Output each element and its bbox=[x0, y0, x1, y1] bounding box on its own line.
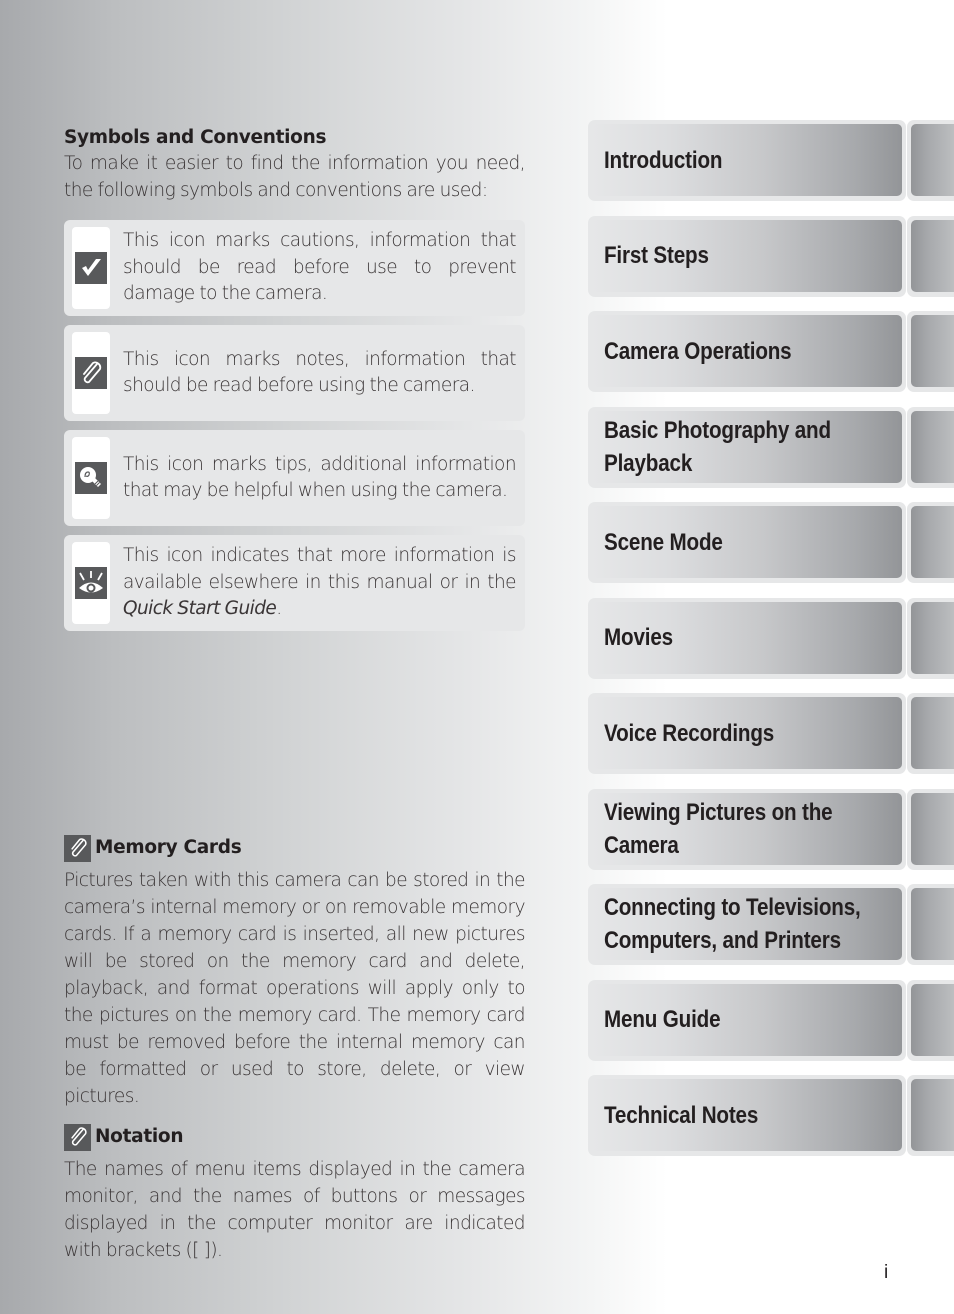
symbol-description: This icon indicates that more informatio… bbox=[123, 545, 517, 620]
section-heading: Symbols and Conventions bbox=[64, 127, 327, 148]
note-body: The names of menu items displayed in the… bbox=[64, 1159, 526, 1261]
tab-edge-marker bbox=[907, 215, 954, 297]
lightbulb-tip-icon bbox=[75, 462, 107, 494]
intro-text: To make it easier to find the informatio… bbox=[64, 153, 526, 201]
checkmark-caution-icon bbox=[75, 252, 107, 284]
tab-edge-marker bbox=[907, 788, 954, 870]
chapter-tab-introduction[interactable]: Introduction bbox=[588, 120, 954, 201]
symbol-description: This icon marks notes, information that … bbox=[123, 348, 517, 397]
chapter-tab-connecting[interactable]: Connecting to Televisions, Computers, and… bbox=[588, 884, 954, 965]
symbol-item-tip: This icon marks tips, additional informa… bbox=[64, 430, 525, 526]
note-heading: Notation bbox=[95, 1126, 184, 1147]
tab-edge-marker bbox=[907, 1075, 954, 1156]
symbol-item-reference: This icon indicates that more informatio… bbox=[64, 535, 525, 631]
symbol-description: This icon marks tips, additional informa… bbox=[123, 453, 517, 502]
note-heading: Memory Cards bbox=[95, 837, 242, 858]
tab-edge-marker bbox=[907, 979, 954, 1061]
memory-cards-note: Memory Cards Pictures taken with this ca… bbox=[64, 834, 526, 1110]
chapter-tab-viewing-pictures[interactable]: Viewing Pictures on the Camera bbox=[588, 788, 954, 870]
paperclip-note-icon bbox=[75, 357, 107, 389]
tab-edge-marker bbox=[907, 311, 954, 392]
paperclip-note-icon bbox=[64, 834, 91, 862]
chapter-tab-first-steps[interactable]: First Steps bbox=[588, 215, 954, 297]
tab-edge-marker bbox=[907, 502, 954, 583]
symbol-item-caution: This icon marks cautions, information th… bbox=[64, 220, 525, 316]
symbol-list: This icon marks cautions, information th… bbox=[64, 220, 525, 631]
symbols-and-conventions-section: Symbols and Conventions To make it easie… bbox=[64, 126, 526, 631]
chapter-tab-technical-notes[interactable]: Technical Notes bbox=[588, 1075, 954, 1156]
eye-reference-icon bbox=[75, 567, 107, 599]
chapter-tab-voice-recordings[interactable]: Voice Recordings bbox=[588, 693, 954, 774]
tab-edge-marker bbox=[907, 693, 954, 774]
chapter-tab-basic-photography[interactable]: Basic Photography and Playback bbox=[588, 406, 954, 488]
tab-edge-marker bbox=[907, 120, 954, 201]
quick-start-guide-title: Quick Start Guide bbox=[123, 598, 277, 620]
notation-note: Notation The names of menu items display… bbox=[64, 1123, 526, 1264]
chapter-tab-camera-operations[interactable]: Camera Operations bbox=[588, 311, 954, 392]
chapter-tab-menu-guide[interactable]: Menu Guide bbox=[588, 979, 954, 1061]
tab-edge-marker bbox=[907, 406, 954, 488]
symbol-description: This icon marks cautions, information th… bbox=[123, 230, 517, 305]
page-number: i bbox=[884, 1262, 889, 1283]
tab-edge-marker bbox=[907, 597, 954, 679]
chapter-tab-movies[interactable]: Movies bbox=[588, 597, 954, 679]
chapter-tab-scene-mode[interactable]: Scene Mode bbox=[588, 502, 954, 583]
note-body: Pictures taken with this camera can be s… bbox=[64, 870, 526, 1107]
tab-edge-marker bbox=[907, 884, 954, 965]
paperclip-note-icon bbox=[64, 1123, 91, 1151]
symbol-item-note: This icon marks notes, information that … bbox=[64, 325, 525, 421]
